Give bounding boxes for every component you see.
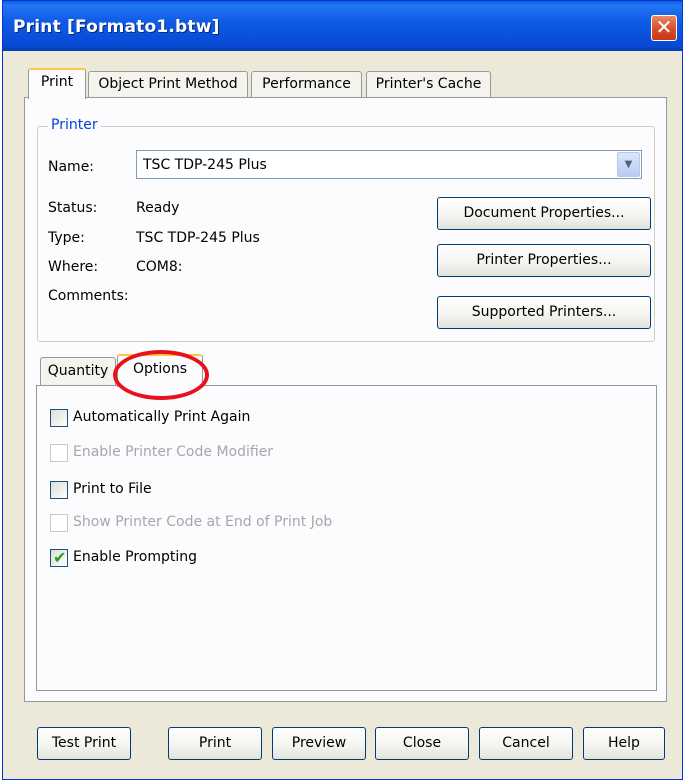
printer-properties-button[interactable]: Printer Properties... (437, 244, 651, 277)
print-to-file-checkbox[interactable] (50, 481, 68, 499)
automatically-print-again-checkbox[interactable] (50, 409, 68, 427)
tab-object-print-method[interactable]: Object Print Method (88, 71, 248, 97)
preview-button[interactable]: Preview (272, 727, 366, 760)
checkmark-icon: ✔ (53, 548, 67, 567)
test-print-button[interactable]: Test Print (37, 727, 131, 760)
tab-performance[interactable]: Performance (251, 71, 362, 97)
status-value: Ready (136, 200, 180, 216)
printer-name-select[interactable]: TSC TDP-245 Plus ▼ (136, 150, 642, 179)
highlight-circle-annotation (113, 350, 209, 400)
tab-print[interactable]: Print (28, 68, 86, 99)
enable-prompting-label: Enable Prompting (73, 549, 198, 565)
show-printer-code-label: Show Printer Code at End of Print Job (73, 514, 333, 530)
chevron-down-icon[interactable]: ▼ (617, 152, 640, 177)
close-icon[interactable]: ✕ (651, 15, 677, 41)
subtab-quantity[interactable]: Quantity (40, 357, 116, 385)
where-value: COM8: (136, 259, 183, 275)
title-bar[interactable]: Print [Formato1.btw] ✕ (3, 1, 682, 51)
options-panel (36, 385, 657, 691)
help-button[interactable]: Help (583, 727, 665, 760)
name-label: Name: (48, 159, 95, 175)
print-to-file-label: Print to File (73, 481, 152, 497)
close-button[interactable]: Close (375, 727, 469, 760)
print-button[interactable]: Print (168, 727, 262, 760)
cancel-button[interactable]: Cancel (479, 727, 573, 760)
printer-group-label: Printer (48, 117, 101, 133)
enable-printer-code-modifier-label: Enable Printer Code Modifier (73, 444, 274, 460)
comments-label: Comments: (48, 288, 129, 304)
where-label: Where: (48, 259, 99, 275)
tab-printers-cache[interactable]: Printer's Cache (366, 71, 491, 97)
window-title: Print [Formato1.btw] (13, 17, 220, 37)
status-label: Status: (48, 200, 98, 216)
automatically-print-again-label: Automatically Print Again (73, 409, 251, 425)
supported-printers-button[interactable]: Supported Printers... (437, 296, 651, 329)
document-properties-button[interactable]: Document Properties... (437, 197, 651, 230)
type-label: Type: (48, 230, 85, 246)
type-value: TSC TDP-245 Plus (136, 230, 260, 246)
show-printer-code-checkbox (50, 514, 68, 532)
printer-name-value: TSC TDP-245 Plus (143, 157, 267, 173)
enable-prompting-checkbox[interactable]: ✔ (50, 548, 68, 567)
enable-printer-code-modifier-checkbox (50, 444, 68, 462)
